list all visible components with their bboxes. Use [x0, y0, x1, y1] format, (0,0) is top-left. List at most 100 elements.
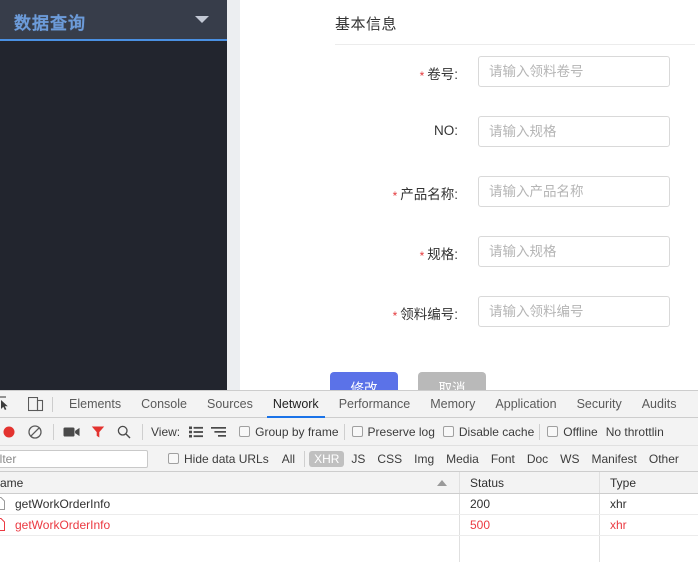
request-name-cell: getWorkOrderInfo — [0, 515, 460, 535]
table-header-row: ame Status Type — [0, 472, 698, 494]
label-material-no: * 领料编号: — [278, 303, 458, 323]
submit-button[interactable]: 修改 — [330, 372, 398, 390]
tab-elements[interactable]: Elements — [59, 391, 131, 418]
network-request-table: ame Status Type getWorkOrderInfo 200 xhr… — [0, 472, 698, 562]
label-spec: * 规格: — [278, 243, 458, 263]
required-marker: * — [392, 309, 398, 323]
devtools-panel: Elements Console Sources Network Perform… — [0, 390, 698, 562]
section-title: 基本信息 — [335, 16, 398, 33]
input-product-name[interactable] — [478, 176, 670, 207]
inspect-element-icon[interactable] — [0, 391, 24, 418]
input-juanhao[interactable] — [478, 56, 670, 87]
group-by-frame-label[interactable]: Group by frame — [255, 425, 338, 439]
toolbar-divider — [53, 423, 54, 440]
table-row[interactable]: getWorkOrderInfo 200 xhr — [0, 494, 698, 515]
label-text: 规格: — [427, 247, 458, 262]
filter-type-font[interactable]: Font — [486, 451, 520, 467]
request-name-text: getWorkOrderInfo — [15, 497, 111, 511]
search-icon[interactable] — [111, 418, 137, 446]
label-no: NO: — [278, 123, 458, 138]
column-header-type[interactable]: Type — [600, 472, 698, 493]
label-text: 产品名称: — [400, 187, 458, 202]
file-icon — [0, 518, 5, 534]
request-name-cell: getWorkOrderInfo — [0, 494, 460, 514]
input-no[interactable] — [478, 116, 670, 147]
funnel-icon[interactable] — [85, 418, 111, 446]
web-page-area: 数据查询 基本信息 *卷号: NO: — [0, 0, 698, 390]
devtools-tabbar: Elements Console Sources Network Perform… — [0, 391, 698, 418]
tab-memory[interactable]: Memory — [420, 391, 485, 418]
offline-checkbox[interactable] — [547, 426, 559, 437]
filter-type-all[interactable]: All — [277, 451, 300, 467]
table-empty-area — [0, 536, 698, 562]
device-toolbar-icon[interactable] — [24, 391, 50, 418]
filter-type-js[interactable]: JS — [346, 451, 370, 467]
request-type-cell: xhr — [610, 518, 627, 532]
hide-data-urls-checkbox[interactable] — [168, 453, 179, 464]
filter-type-manifest[interactable]: Manifest — [587, 451, 642, 467]
filter-type-doc[interactable]: Doc — [522, 451, 553, 467]
form-row-product-name: * 产品名称: — [240, 172, 698, 232]
sidebar-gutter — [227, 0, 240, 390]
filter-input[interactable] — [0, 449, 148, 468]
filter-type-other[interactable]: Other — [644, 451, 684, 467]
tab-security[interactable]: Security — [567, 391, 632, 418]
required-marker: * — [419, 69, 425, 83]
tab-performance[interactable]: Performance — [329, 391, 421, 418]
label-text: 领料编号: — [400, 307, 458, 322]
filter-type-xhr[interactable]: XHR — [309, 450, 345, 467]
offline-label[interactable]: Offline — [563, 425, 597, 439]
column-header-status-label: Status — [470, 475, 505, 490]
filter-type-ws[interactable]: WS — [555, 451, 584, 467]
sidebar: 数据查询 — [0, 0, 227, 390]
form-row-no: NO: — [240, 112, 698, 172]
sort-ascending-icon — [437, 479, 447, 486]
tab-console[interactable]: Console — [131, 391, 197, 418]
sidebar-header[interactable]: 数据查询 — [0, 0, 227, 41]
input-spec[interactable] — [478, 236, 670, 267]
throttling-select[interactable]: No throttlin — [606, 425, 664, 439]
view-waterfall-icon[interactable] — [207, 418, 231, 446]
column-header-name[interactable]: ame — [0, 472, 460, 493]
request-name-text: getWorkOrderInfo — [15, 518, 111, 532]
section-divider — [335, 44, 695, 45]
filter-type-img[interactable]: Img — [409, 451, 439, 467]
network-toolbar: View: Group by frame Preserve log Disabl… — [0, 418, 698, 446]
camera-icon[interactable] — [59, 418, 85, 446]
toolbar-divider — [343, 423, 345, 440]
toolbar-divider — [142, 423, 143, 440]
table-row[interactable]: getWorkOrderInfo 500 xhr — [0, 515, 698, 536]
request-status-cell: 200 — [460, 494, 600, 514]
clear-icon[interactable] — [22, 418, 48, 446]
label-text: 卷号: — [427, 67, 458, 82]
file-icon — [0, 497, 5, 513]
hide-data-urls-label[interactable]: Hide data URLs — [184, 452, 269, 466]
cancel-button[interactable]: 取消 — [418, 372, 486, 390]
request-type-cell: xhr — [610, 497, 627, 511]
toolbar-divider — [52, 396, 53, 412]
input-material-no[interactable] — [478, 296, 670, 327]
label-text: NO: — [433, 123, 458, 138]
chevron-down-icon[interactable] — [195, 16, 209, 23]
preserve-log-label[interactable]: Preserve log — [368, 425, 435, 439]
disable-cache-label[interactable]: Disable cache — [459, 425, 534, 439]
tab-audits[interactable]: Audits — [632, 391, 687, 418]
column-header-name-label: ame — [0, 475, 24, 490]
label-product-name: * 产品名称: — [278, 183, 458, 203]
record-icon[interactable] — [0, 418, 22, 446]
form-actions: 修改 取消 — [240, 372, 698, 390]
disable-cache-checkbox[interactable] — [442, 426, 454, 437]
tab-network[interactable]: Network — [263, 391, 329, 418]
column-header-status[interactable]: Status — [460, 472, 600, 493]
toolbar-divider — [304, 450, 306, 467]
filter-type-css[interactable]: CSS — [372, 451, 407, 467]
tab-sources[interactable]: Sources — [197, 391, 263, 418]
form-row-spec: * 规格: — [240, 232, 698, 292]
group-by-frame-checkbox[interactable] — [239, 426, 251, 437]
tab-application[interactable]: Application — [485, 391, 566, 418]
filter-type-media[interactable]: Media — [441, 451, 484, 467]
view-list-icon[interactable] — [185, 418, 207, 446]
label-juanhao: * 卷号: — [278, 63, 458, 83]
sidebar-title: 数据查询 — [14, 14, 86, 33]
preserve-log-checkbox[interactable] — [351, 426, 363, 437]
